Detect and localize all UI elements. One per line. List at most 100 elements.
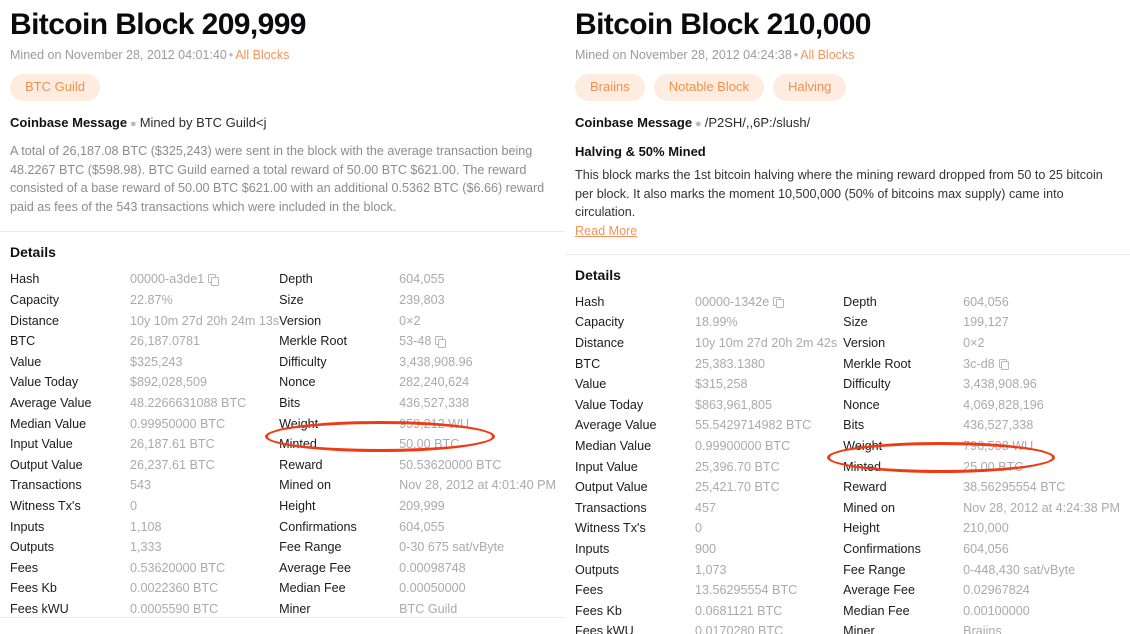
detail-value: 239,803 [399,293,445,307]
coinbase-label-left: Coinbase Message [10,115,128,131]
tag-halving[interactable]: Halving [772,73,847,102]
detail-row: Value Today $892,028,509 [10,375,279,396]
detail-label: Weight [279,416,319,431]
detail-label: Hash [10,272,40,287]
detail-label: Fees [10,560,38,575]
detail-label: Mined on [843,500,895,515]
detail-value: 25,421.70 BTC [695,480,780,494]
detail-value: 53-48 [399,334,446,348]
detail-row: Fee Range 0-30 675 sat/vByte [279,540,556,561]
detail-row: Depth 604,056 [843,295,1120,316]
detail-value: 0×2 [963,336,984,350]
detail-value: 900 [695,542,716,556]
copy-icon[interactable] [773,296,784,309]
detail-row: Average Fee 0.02967824 [843,583,1120,604]
block-panel-210000: Bitcoin Block 210,000 Mined on November … [565,0,1130,634]
detail-value: 0.02967824 [963,583,1030,597]
detail-label: Reward [279,457,323,472]
detail-label: Minted [843,459,881,474]
detail-value-text: 0.02967824 [963,583,1030,598]
detail-value-text: 55.5429714982 BTC [695,418,812,433]
bullet-separator-icon: • [228,47,234,62]
detail-value: 1,108 [130,520,162,534]
page-title-right: Bitcoin Block 210,000 [575,8,871,41]
detail-value-text: 900 [695,541,717,556]
tag-braiins[interactable]: Braiins [575,73,645,102]
detail-value-text: 22.87% [130,293,173,308]
detail-row: Difficulty 3,438,908.96 [843,377,1120,398]
detail-value: 26,187.61 BTC [130,437,215,451]
detail-label: Merkle Root [279,334,348,349]
details-column-right-b: Depth 604,056 Size 199,127 Version 0×2 Merkle … [843,295,1120,634]
detail-value: 0.00098748 [399,561,466,575]
detail-row: BTC 26,187.0781 [10,334,279,355]
detail-value-text: Nov 28, 2012 at 4:24:38 PM [963,500,1120,515]
detail-row: Weight 796,508 WU [843,439,1120,460]
detail-value-text: 13.56295554 BTC [695,583,798,598]
detail-row: Depth 604,055 [279,272,556,293]
detail-label: Median Value [10,416,87,431]
detail-value-text: 604,056 [963,294,1009,309]
detail-value: $315,258 [695,377,748,391]
detail-row: Fees 13.56295554 BTC [575,583,843,604]
detail-value: 1,333 [130,540,162,554]
tag-notable-block[interactable]: Notable Block [653,73,764,102]
detail-label: Depth [279,272,313,287]
detail-label: Value [10,354,42,369]
all-blocks-link-right[interactable]: All Blocks [800,48,854,62]
tag-btc-guild[interactable]: BTC Guild [10,73,100,102]
detail-row: BTC 25,383.1380 [575,357,843,378]
detail-value: 50.00 BTC [399,437,459,451]
detail-row: Reward 38.56295554 BTC [843,480,1120,501]
copy-icon[interactable] [208,274,219,286]
block-subline-right: Mined on November 28, 2012 04:24:38 • All … [575,47,1120,63]
detail-value-text: $325,243 [130,354,183,369]
detail-label: Median Fee [843,603,910,618]
detail-value: Braiins [963,624,1002,634]
detail-value: 0.53620000 BTC [130,561,225,575]
detail-value: 18.99% [695,315,738,329]
all-blocks-link-left[interactable]: All Blocks [235,48,289,62]
detail-label: Average Fee [843,583,916,598]
detail-row: Value Today $863,961,805 [575,398,843,419]
detail-value-text: 10y 10m 27d 20h 2m 42s [695,336,838,351]
detail-value: 199,127 [963,315,1009,329]
detail-label: Transactions [575,500,647,515]
detail-value-text: 199,127 [963,315,1009,330]
detail-value-text: 25,421.70 BTC [695,480,780,495]
detail-label: Output Value [575,480,648,495]
copy-icon[interactable] [998,358,1010,371]
detail-row: Input Value 25,396.70 BTC [575,460,843,481]
detail-row: Hash 00000-1342e [575,295,843,316]
detail-value: 38.56295554 BTC [963,480,1065,494]
copy-icon[interactable] [435,336,446,348]
detail-value: 00000-a3de1 [130,272,219,286]
detail-value-text: 282,240,624 [399,375,470,390]
detail-value: 0.99900000 BTC [695,439,790,453]
detail-row: Inputs 1,108 [10,520,279,541]
detail-label: Mined on [279,478,331,493]
detail-row: Average Value 55.5429714982 BTC [575,418,843,439]
detail-label: Median Value [575,439,652,454]
detail-label: Transactions [10,478,82,493]
detail-label: Depth [843,294,877,309]
detail-row: Input Value 26,187.61 BTC [10,437,279,458]
detail-row: Bits 436,527,338 [843,418,1120,439]
read-more-link[interactable]: Read More [575,224,637,238]
detail-label: Output Value [10,457,83,472]
detail-label: Confirmations [279,519,357,534]
detail-value-text: 3,438,908.96 [399,354,473,369]
detail-value: $863,961,805 [695,398,772,412]
block-summary-left: A total of 26,187.08 BTC ($325,243) were… [10,143,545,214]
detail-value: 543 [130,478,151,492]
detail-value: 0.0170280 BTC [695,624,783,634]
detail-value-text: 209,999 [399,499,445,514]
detail-label: Capacity [575,315,624,330]
detail-row: Median Value 0.99950000 BTC [10,417,279,438]
detail-value-text: 0 [695,521,703,536]
detail-value: 210,000 [963,521,1009,535]
detail-value: 457 [695,501,716,515]
detail-row: Merkle Root 3c-d8 [843,357,1120,378]
detail-row: Weight 959,212 WU [279,417,556,438]
detail-value: 1,073 [695,563,727,577]
